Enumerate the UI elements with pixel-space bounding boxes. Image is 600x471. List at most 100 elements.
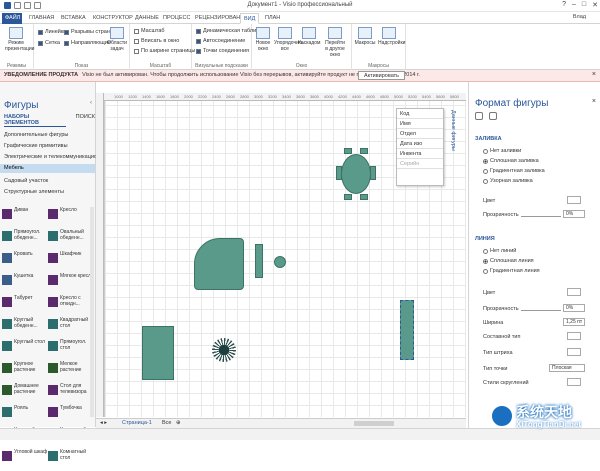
tab-data[interactable]: ДАННЫЕ [132,13,162,24]
fill-line-icon[interactable] [475,112,483,120]
tab-home[interactable]: ГЛАВНАЯ [26,13,57,24]
gradient-fill-radio[interactable]: Градиентная заливка [483,168,545,174]
tab-view[interactable]: ВИД [240,13,260,24]
grid-checkbox[interactable]: Сетка [38,40,60,46]
stencil-shape[interactable]: Диван [2,207,48,229]
page-nav-icon[interactable]: ◂ ▸ [100,420,107,426]
stencil-shape[interactable]: Круглый стол [2,339,48,361]
data-field[interactable]: Дата изо [397,139,443,149]
line-width-value[interactable]: 1,25 пт [563,318,585,326]
tab-file[interactable]: ФАЙЛ [2,13,22,24]
stencil-item[interactable]: Структурные элементы [4,189,64,195]
activate-button[interactable]: Активировать [358,71,406,80]
piano-shape[interactable] [194,238,244,290]
fill-section-header[interactable]: ЗАЛИВКА [475,136,502,142]
stencil-shape[interactable]: Кресло [48,207,94,229]
zoom-button[interactable]: Масштаб [134,28,165,34]
stencil-shape[interactable]: Табурет [2,295,48,317]
effects-icon[interactable] [489,112,497,120]
page-tab[interactable]: Страница-1 [122,420,152,426]
stencil-shape[interactable]: Крупное растение [2,361,48,383]
solid-fill-radio[interactable]: Сплошная заливка [483,158,539,164]
close-icon[interactable]: × [592,98,596,105]
presentation-mode-button[interactable]: Режим презентации [5,27,34,52]
selected-shape[interactable] [400,300,414,360]
data-field[interactable]: Инвента [397,149,443,159]
fill-transparency-slider[interactable] [521,216,561,217]
collapse-pane-icon[interactable]: ‹ [90,100,92,106]
stencil-shape[interactable]: Кровать [2,251,48,273]
stencil-item-selected[interactable]: Мебель [0,164,95,173]
stencil-shape[interactable]: Тумбочка [48,405,94,427]
horizontal-scrollbar[interactable] [354,421,394,426]
pattern-fill-radio[interactable]: Узорная заливка [483,178,533,184]
dash-type-picker[interactable] [567,348,581,356]
stencil-shape[interactable]: Стол для телевизора [48,383,94,405]
stencil-item[interactable]: Графические примитивы [4,143,68,149]
line-color-picker[interactable] [567,288,581,296]
line-transparency-value[interactable]: 0% [563,304,585,312]
tab-design[interactable]: КОНСТРУКТОР [90,13,136,24]
fit-window-button[interactable]: Вписать в окно [134,38,179,44]
stencil-shape[interactable]: Комнатный стол [48,449,94,471]
arrange-all-button[interactable]: Упорядочить все [274,27,304,52]
stencil-item[interactable]: Электрические и телекоммуникацион... [4,154,105,160]
user-name[interactable]: Влад [573,14,586,20]
autoconnect-checkbox[interactable]: Автосоединение [196,38,245,44]
minimize-button[interactable]: – [572,1,576,9]
stool-shape[interactable] [274,256,286,268]
stencil-shape[interactable]: Круглый обеденн... [2,317,48,339]
fill-transparency-value[interactable]: 0% [563,210,585,218]
stencil-shape[interactable]: Прямоугол. обеденн... [2,229,48,251]
macros-button[interactable]: Макросы [354,27,376,46]
no-fill-radio[interactable]: Нет заливки [483,148,521,154]
tab-process[interactable]: ПРОЦЕСС [160,13,193,24]
close-icon[interactable]: × [592,71,596,78]
new-window-button[interactable]: Новое окно [252,27,274,52]
connection-points-checkbox[interactable]: Точки соединения [196,48,249,54]
solid-line-radio[interactable]: Сплошная линия [483,258,534,264]
stencil-shape[interactable]: Домашнее растение [2,383,48,405]
stencil-item[interactable]: Садовый участок [4,178,48,184]
cascade-button[interactable]: Каскадом [298,27,320,46]
rulers-checkbox[interactable]: Линейки [38,29,66,35]
data-field[interactable]: Серийн [397,159,443,169]
add-page-icon[interactable]: ⊕ [176,420,181,426]
shapes-scrollbar[interactable] [90,207,94,417]
gradient-line-radio[interactable]: Градиентная линия [483,268,540,274]
rounding-picker[interactable] [567,378,581,386]
no-line-radio[interactable]: Нет линий [483,248,516,254]
stencil-shape[interactable]: Шкафчик [48,251,94,273]
page-width-button[interactable]: По ширине страницы [134,48,195,54]
stencil-item[interactable]: Дополнительные фигуры [4,132,68,138]
fill-color-picker[interactable] [567,196,581,204]
stencil-shape[interactable]: Прямоугол. стол [48,339,94,361]
stencil-shape[interactable]: Кушетка [2,273,48,295]
line-section-header[interactable]: ЛИНИЯ [475,236,495,242]
line-transparency-slider[interactable] [521,310,561,311]
guides-checkbox[interactable]: Направляющие [64,40,111,46]
close-button[interactable]: ✕ [592,1,598,9]
help-icon[interactable]: ? [562,1,566,9]
stencil-shape[interactable]: Кресло с откидн... [48,295,94,317]
all-pages-button[interactable]: Все [162,420,171,426]
piano-bench-shape[interactable] [255,244,263,278]
stencil-shape[interactable]: Мелкое растение [48,361,94,383]
cap-type-dropdown[interactable]: Плоская [549,364,585,372]
tab-stencils[interactable]: НАБОРЫ ЭЛЕМЕНТОВ [4,114,66,127]
switch-window-button[interactable]: Перейти в другое окно [324,27,346,58]
data-field[interactable]: Имя [397,119,443,129]
stencil-shape[interactable]: Мягкое кресло [48,273,94,295]
stencil-shape[interactable]: Овальный обеденн... [48,229,94,251]
stencil-shape[interactable]: Рояль [2,405,48,427]
compound-type-picker[interactable] [567,332,581,340]
stencil-shape[interactable]: Квадратный стол [48,317,94,339]
task-panes-button[interactable]: Области задач [106,27,128,52]
data-field[interactable]: Отдел [397,129,443,139]
maximize-button[interactable]: □ [582,1,586,9]
tab-search[interactable]: ПОИСК [76,114,95,127]
oval-dining-table-shape[interactable] [336,148,376,200]
stencil-shape[interactable]: Угловой шкаф [2,449,48,471]
tab-insert[interactable]: ВСТАВКА [58,13,89,24]
plant-shape[interactable] [212,338,236,362]
